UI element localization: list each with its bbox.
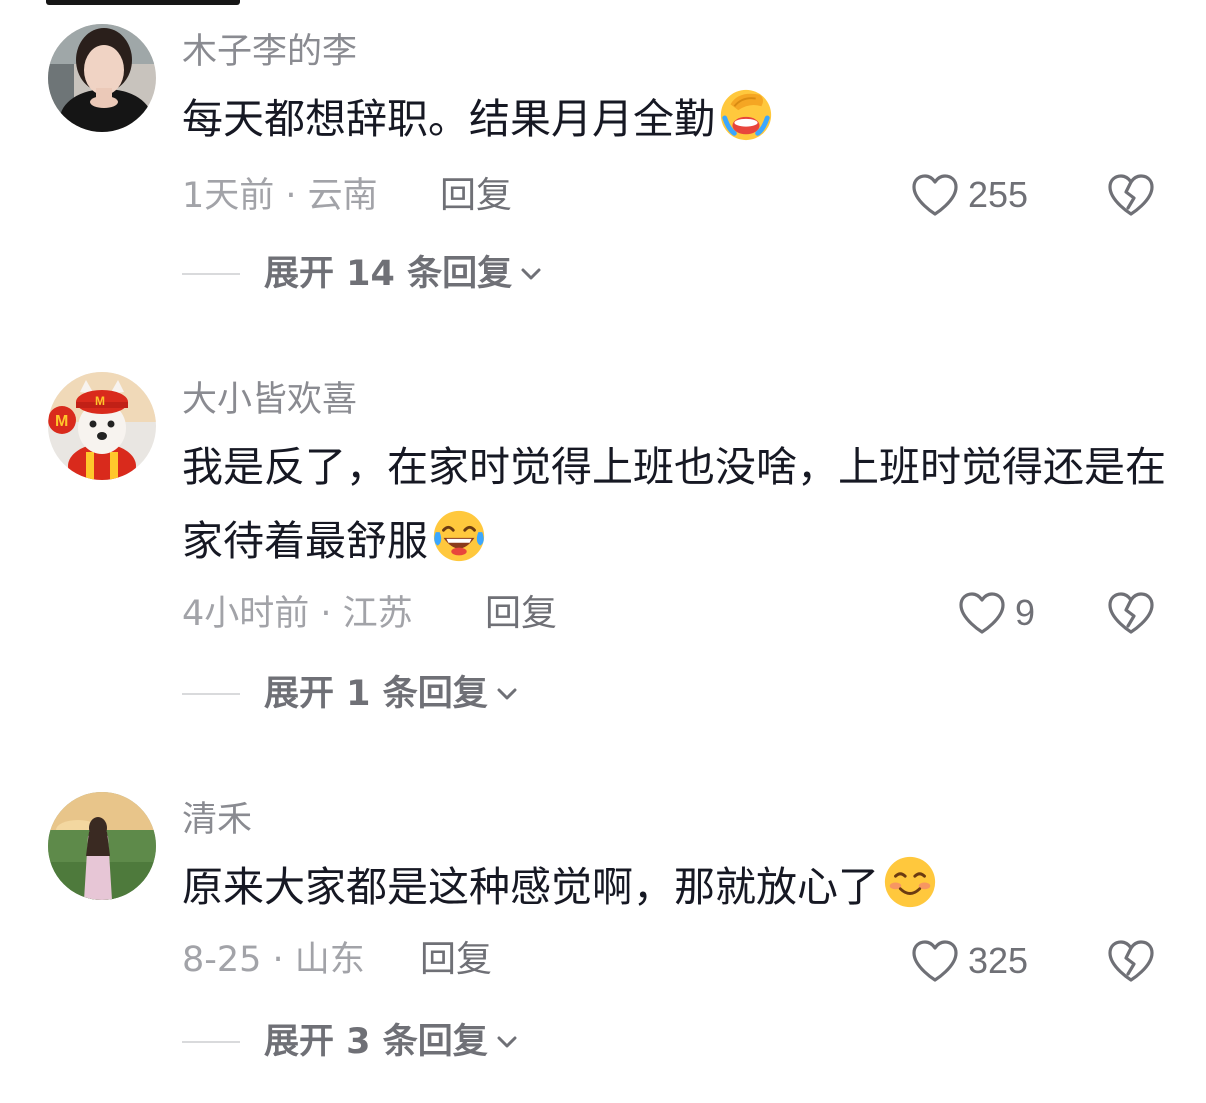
expand-replies-button[interactable]: 展开 3 条回复: [182, 1020, 518, 1064]
like-count: 325: [968, 940, 1029, 981]
chevron-down-icon: [521, 268, 541, 280]
comment-meta: 4小时前 · 江苏: [182, 594, 413, 634]
like-button[interactable]: 255: [910, 172, 1028, 218]
svg-text:M: M: [55, 413, 68, 430]
avatar[interactable]: M M: [48, 372, 156, 480]
like-count: 255: [968, 174, 1029, 215]
comment-text-body: 我是反了，在家时觉得上班也没啥，上班时觉得还是在家待着最舒服: [182, 443, 1166, 565]
divider-line: [182, 693, 240, 695]
broken-heart-icon: [1108, 592, 1154, 634]
comment-text: 我是反了，在家时觉得上班也没啥，上班时觉得还是在家待着最舒服: [182, 430, 1172, 578]
avatar[interactable]: [48, 24, 156, 132]
heart-outline-icon: [912, 940, 958, 982]
username[interactable]: 清禾: [182, 798, 252, 842]
expand-replies-label: 展开 3 条回复: [264, 1022, 488, 1062]
dislike-button[interactable]: [1106, 172, 1156, 218]
like-button[interactable]: 325: [910, 938, 1028, 984]
expand-replies-button[interactable]: 展开 1 条回复: [182, 672, 518, 716]
facepalm-crying-emoji: [720, 89, 772, 141]
smiling-blush-emoji: [884, 856, 936, 908]
like-button[interactable]: 9: [957, 590, 1035, 636]
reply-button[interactable]: 回复: [485, 592, 557, 636]
divider-line: [182, 1041, 240, 1043]
broken-heart-icon: [1108, 174, 1154, 216]
like-count: 9: [1015, 592, 1036, 633]
broken-heart-icon: [1108, 940, 1154, 982]
divider-line: [182, 273, 240, 275]
comment-meta: 8-25 · 山东: [182, 940, 365, 980]
tab-indicator: [46, 0, 240, 5]
expand-replies-label: 展开 1 条回复: [264, 674, 488, 714]
laughing-tears-emoji: [433, 510, 485, 562]
username[interactable]: 大小皆欢喜: [182, 378, 357, 422]
dislike-button[interactable]: [1106, 938, 1156, 984]
username[interactable]: 木子李的李: [182, 30, 357, 74]
comment-text-body: 每天都想辞职。结果月月全勤: [182, 95, 715, 143]
chevron-down-icon: [497, 688, 517, 700]
reply-button[interactable]: 回复: [420, 938, 492, 982]
expand-replies-button[interactable]: 展开 14 条回复: [182, 252, 542, 296]
comment-text: 原来大家都是这种感觉啊，那就放心了: [182, 850, 1172, 924]
chevron-down-icon: [497, 1036, 517, 1048]
heart-outline-icon: [912, 174, 958, 216]
heart-outline-icon: [959, 592, 1005, 634]
reply-button[interactable]: 回复: [440, 174, 512, 218]
avatar[interactable]: [48, 792, 156, 900]
comment-meta: 1天前 · 云南: [182, 176, 378, 216]
svg-text:M: M: [95, 394, 105, 408]
expand-replies-label: 展开 14 条回复: [264, 254, 513, 294]
comment-text-body: 原来大家都是这种感觉啊，那就放心了: [182, 863, 879, 911]
comment-text: 每天都想辞职。结果月月全勤: [182, 82, 1172, 156]
dislike-button[interactable]: [1106, 590, 1156, 636]
